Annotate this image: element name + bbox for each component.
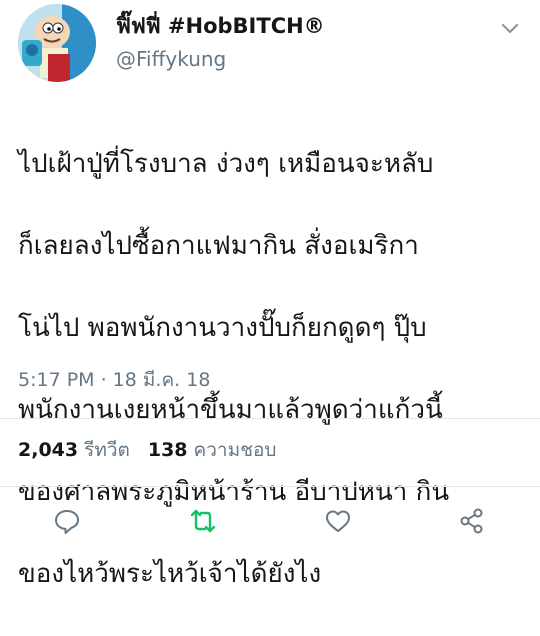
- share-button[interactable]: [457, 506, 487, 536]
- retweet-icon: [190, 509, 216, 533]
- like-label[interactable]: ความชอบ: [194, 439, 277, 461]
- tweet-text-line: ไปเฝ้าปู่ที่โรงบาล ง่วงๆ เหมือนจะหลับ: [18, 149, 434, 179]
- heart-icon: [326, 510, 350, 532]
- divider: [0, 418, 540, 419]
- user-handle[interactable]: @Fiffykung: [116, 44, 325, 74]
- retweet-label[interactable]: รีทวีต: [84, 439, 130, 461]
- tweet-text-line: ก็เลยลงไปซื้อกาแฟมากิน สั่งอเมริกา: [18, 231, 419, 261]
- like-count[interactable]: 138: [148, 439, 188, 461]
- tweet-header: ฟิ๊ฟฟี่ #HobBITCH® @Fiffykung: [18, 4, 522, 84]
- tweet-text-line: พนักงานเงยหน้าขึ้นมาแล้วพูดว่าแก้วนี้: [18, 395, 443, 425]
- tweet-stats: 2,043 รีทวีต 138 ความชอบ: [18, 435, 276, 465]
- retweet-button[interactable]: [188, 506, 218, 536]
- share-icon: [460, 508, 483, 534]
- reply-button[interactable]: [52, 506, 82, 536]
- timestamp[interactable]: 5:17 PM · 18 มี.ค. 18: [18, 366, 210, 394]
- avatar[interactable]: [18, 4, 96, 82]
- divider: [0, 486, 540, 487]
- action-bar: [0, 500, 540, 540]
- display-name[interactable]: ฟิ๊ฟฟี่ #HobBITCH®: [116, 12, 325, 40]
- retweet-count[interactable]: 2,043: [18, 439, 78, 461]
- author-block: ฟิ๊ฟฟี่ #HobBITCH® @Fiffykung: [116, 12, 325, 74]
- chevron-down-icon[interactable]: [498, 16, 522, 40]
- avatar-image: [18, 4, 96, 82]
- tweet-text-line: ของไหว้พระไหว้เจ้าได้ยังไง: [18, 559, 322, 589]
- tweet-text-line: โน่ไป พอพนักงานวางปั๊บก็ยกดูดๆ ปุ๊บ: [18, 313, 427, 343]
- like-button[interactable]: [323, 506, 353, 536]
- reply-icon: [55, 510, 79, 534]
